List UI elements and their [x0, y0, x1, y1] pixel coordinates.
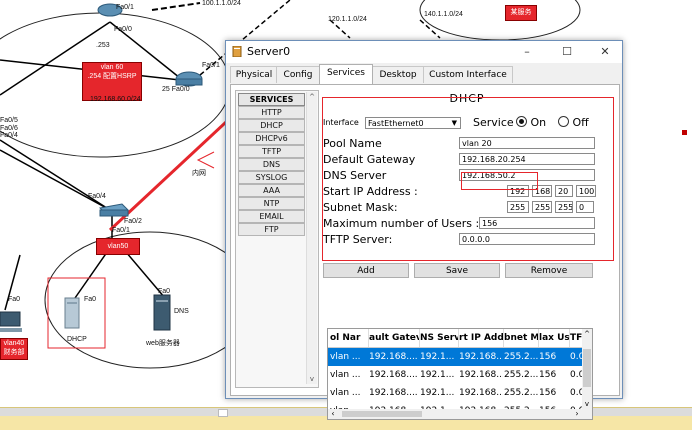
iface-label: Fa0/6 [0, 125, 18, 132]
device-label: DHCP [67, 336, 87, 343]
services-header: SERVICES [238, 93, 305, 106]
dns-highlight-box [461, 172, 538, 190]
window-title: Server0 [247, 45, 291, 58]
col-subnet[interactable]: bnet M [504, 329, 539, 347]
iface-label: Fa0 [158, 288, 171, 295]
scroll-down-icon[interactable]: v [307, 374, 317, 384]
service-item-dhcp[interactable]: DHCP [238, 119, 305, 132]
iface-label: Fa0/4 [0, 132, 18, 139]
service-item-aaa[interactable]: AAA [238, 184, 305, 197]
col-pool-name[interactable]: ol Nar [330, 329, 369, 347]
iface-label: Fa0/0 [114, 26, 132, 33]
service-item-ftp[interactable]: FTP [238, 223, 305, 236]
col-gateway[interactable]: ault Gatev [369, 329, 420, 347]
tab-desktop[interactable]: Desktop [372, 66, 424, 83]
col-max-users[interactable]: lax Us [539, 329, 570, 347]
remove-button[interactable]: Remove [505, 263, 593, 278]
server-window: Server0 – ☐ ✕ Physical Config Services D… [225, 40, 623, 420]
network-label: 120.1.1.0/24 [328, 16, 367, 23]
tab-custom-interface[interactable]: Custom Interface [423, 66, 513, 83]
services-content: SERVICES HTTP DHCP DHCPv6 TFTP DNS SYSLO… [230, 84, 620, 420]
scroll-thumb[interactable] [218, 409, 228, 417]
scroll-left-icon[interactable]: ‹ [328, 409, 338, 419]
service-item-email[interactable]: EMAIL [238, 210, 305, 223]
scroll-right-icon[interactable]: › [572, 409, 582, 419]
iface-label: Fa0/2 [124, 218, 142, 225]
server-app-icon [232, 46, 242, 57]
service-item-dhcpv6[interactable]: DHCPv6 [238, 132, 305, 145]
tab-physical[interactable]: Physical [230, 66, 278, 83]
close-button[interactable]: ✕ [590, 43, 620, 61]
iface-label: Fa0/1 [112, 227, 130, 234]
address-label: .253 [96, 42, 110, 49]
title-bar[interactable]: Server0 – ☐ ✕ [226, 41, 622, 63]
iface-label: Fa0/5 [0, 117, 18, 124]
services-list: SERVICES HTTP DHCP DHCPv6 TFTP DNS SYSLO… [235, 90, 319, 388]
network-label: 内网 [192, 170, 206, 177]
vlan40-box: vlan40 财务部 [0, 338, 28, 360]
pc-icon [0, 311, 22, 332]
scroll-thumb[interactable] [342, 411, 422, 417]
services-scrollbar[interactable]: ^ v [306, 92, 317, 384]
isp-label-box: 某服务 [505, 5, 537, 21]
col-start-ip[interactable]: rt IP Addr [459, 329, 504, 347]
service-item-syslog[interactable]: SYSLOG [238, 171, 305, 184]
network-label: 100.1.1.0/24 [202, 0, 241, 7]
tab-config[interactable]: Config [276, 66, 320, 83]
device-label: web服务器 [146, 340, 180, 347]
table-horizontal-scrollbar[interactable]: ‹ › [328, 409, 582, 419]
area-ellipse-right [419, 0, 581, 41]
iface-label: Fa0 [84, 296, 97, 303]
col-dns[interactable]: NS Serv [420, 329, 459, 347]
scroll-up-icon[interactable]: ^ [582, 329, 592, 339]
table-header: ol Nar ault Gatev NS Serv rt IP Addr bne… [328, 329, 592, 348]
device-label: DNS [174, 308, 189, 315]
service-item-ntp[interactable]: NTP [238, 197, 305, 210]
network-label: 140.1.1.0/24 [424, 11, 463, 18]
iface-label: Fa0 [8, 296, 21, 303]
maximize-button[interactable]: ☐ [552, 43, 582, 61]
table-row[interactable]: vlan ... 192.168.... 192.1... 192.168...… [328, 384, 582, 402]
scroll-thumb[interactable] [583, 349, 591, 387]
server-icon [153, 294, 171, 331]
save-button[interactable]: Save [414, 263, 500, 278]
minimize-button[interactable]: – [512, 43, 542, 61]
iface-label: Fa0/1 [116, 4, 134, 11]
iface-label: 25 Fa0/0 [162, 86, 190, 93]
scroll-down-icon[interactable]: v [582, 399, 592, 409]
table-vertical-scrollbar[interactable]: ^ v [582, 329, 592, 419]
iface-label: Fa0/4 [88, 193, 106, 200]
server-icon [64, 297, 80, 329]
scroll-up-icon[interactable]: ^ [307, 92, 317, 102]
service-item-http[interactable]: HTTP [238, 106, 305, 119]
tab-services[interactable]: Services [319, 64, 373, 84]
table-row[interactable]: vlan ... 192.168.... 192.1... 192.168...… [328, 366, 582, 384]
table-row[interactable]: vlan ... 192.168.... 192.1... 192.168...… [328, 348, 582, 366]
tab-bar: Physical Config Services Desktop Custom … [226, 64, 622, 84]
service-item-tftp[interactable]: TFTP [238, 145, 305, 158]
pool-table: ol Nar ault Gatev NS Serv rt IP Addr bne… [327, 328, 593, 420]
col-tftp[interactable]: TF [570, 329, 582, 347]
iface-label: Fa0/1 [202, 62, 220, 69]
add-button[interactable]: Add [323, 263, 409, 278]
service-item-dns[interactable]: DNS [238, 158, 305, 171]
network-label: 192.168.60.0/24 [90, 96, 141, 103]
router-icon [175, 71, 203, 87]
vlan50-box: vlan50 [96, 238, 140, 255]
